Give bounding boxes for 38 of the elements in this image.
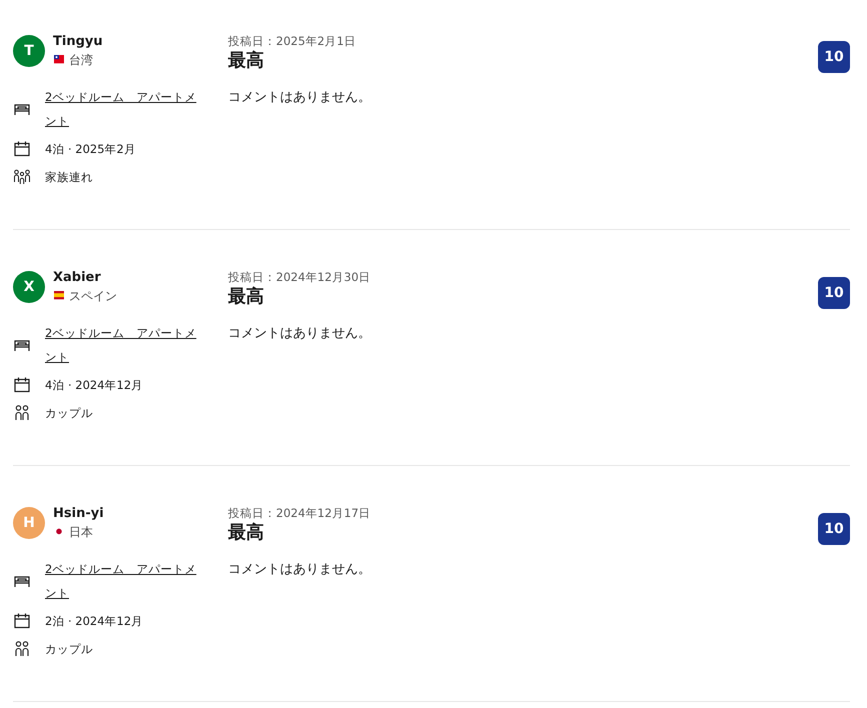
score-badge: 10 xyxy=(818,513,850,545)
room-link[interactable]: 2ベッドルーム アパートメント xyxy=(45,557,205,605)
stay-info: 2泊 · 2024年12月 xyxy=(45,613,144,630)
room-link[interactable]: 2ベッドルーム アパートメント xyxy=(45,321,205,369)
traveler-type: カップル xyxy=(45,641,93,658)
score-badge: 10 xyxy=(818,41,850,73)
review-title: 最高 xyxy=(228,49,265,73)
avatar: X xyxy=(13,271,45,303)
review-comment: コメントはありません。 xyxy=(228,325,372,343)
traveler-type: カップル xyxy=(45,405,93,422)
reviewer-name: Hsin-yi xyxy=(53,505,104,523)
room-link[interactable]: 2ベッドルーム アパートメント xyxy=(45,85,205,133)
people-icon xyxy=(13,640,31,658)
review-comment: コメントはありません。 xyxy=(228,89,372,107)
review-comment: コメントはありません。 xyxy=(228,561,372,579)
calendar-icon xyxy=(13,376,31,394)
review-date: 投稿日：2025年2月1日 xyxy=(228,33,357,49)
reviewer-name: Xabier xyxy=(53,269,102,287)
reviewer-name: Tingyu xyxy=(53,33,103,51)
traveler-type: 家族連れ xyxy=(45,169,93,186)
review-title: 最高 xyxy=(228,285,265,309)
family-icon xyxy=(13,168,31,186)
people-icon xyxy=(13,404,31,422)
calendar-icon xyxy=(13,140,31,158)
country-name: 台湾 xyxy=(69,52,93,69)
calendar-icon xyxy=(13,612,31,630)
review-date: 投稿日：2024年12月17日 xyxy=(228,505,372,521)
stay-info: 4泊 · 2024年12月 xyxy=(45,377,144,394)
avatar: T xyxy=(13,35,45,67)
flag-icon xyxy=(53,291,65,301)
avatar: H xyxy=(13,507,45,539)
score-badge: 10 xyxy=(818,277,850,309)
flag-icon xyxy=(53,55,65,65)
review-title: 最高 xyxy=(228,521,265,545)
country-name: 日本 xyxy=(69,524,93,541)
country-name: スペイン xyxy=(69,288,117,305)
stay-info: 4泊 · 2025年2月 xyxy=(45,141,136,158)
review-date: 投稿日：2024年12月30日 xyxy=(228,269,372,285)
